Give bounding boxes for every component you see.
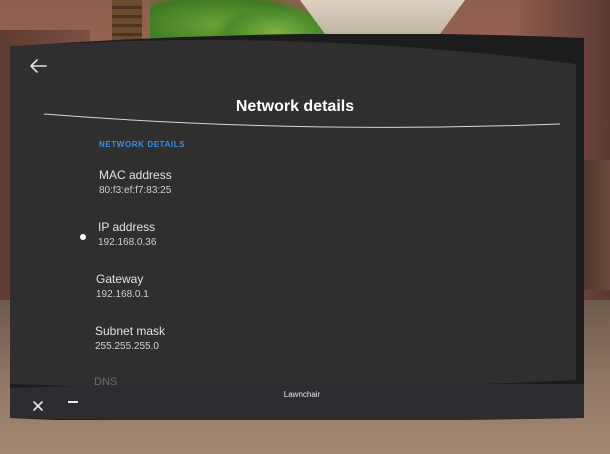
item-value: 255.255.255.0: [95, 341, 159, 352]
pointer-cursor: [80, 234, 86, 240]
app-name-label: Lawnchair: [283, 390, 321, 399]
list-item-gateway[interactable]: Gateway 192.168.0.1: [96, 272, 149, 300]
close-button[interactable]: [32, 399, 44, 411]
back-button[interactable]: [28, 58, 50, 76]
arrow-left-icon: [30, 59, 47, 73]
item-label: Subnet mask: [95, 324, 166, 338]
section-header: NETWORK DETAILS: [99, 140, 186, 149]
item-value: 192.168.0.1: [96, 289, 149, 300]
item-label: IP address: [98, 220, 156, 234]
item-value: 192.168.0.36: [98, 237, 157, 248]
panel-frame: [10, 34, 584, 420]
page-title: Network details: [235, 98, 355, 115]
list-item-subnet-mask[interactable]: Subnet mask 255.255.255.0: [95, 324, 165, 352]
network-details-panel: [10, 34, 584, 420]
close-icon: [33, 401, 43, 411]
minimize-button[interactable]: [68, 401, 78, 403]
item-label: Gateway: [96, 272, 144, 286]
item-value: 80:f3:ef:f7:83:25: [99, 185, 172, 196]
list-item-mac-address[interactable]: MAC address 80:f3:ef:f7:83:25: [99, 168, 172, 196]
item-label: MAC address: [99, 168, 172, 182]
list-item-ip-address[interactable]: IP address 192.168.0.36: [98, 220, 156, 248]
